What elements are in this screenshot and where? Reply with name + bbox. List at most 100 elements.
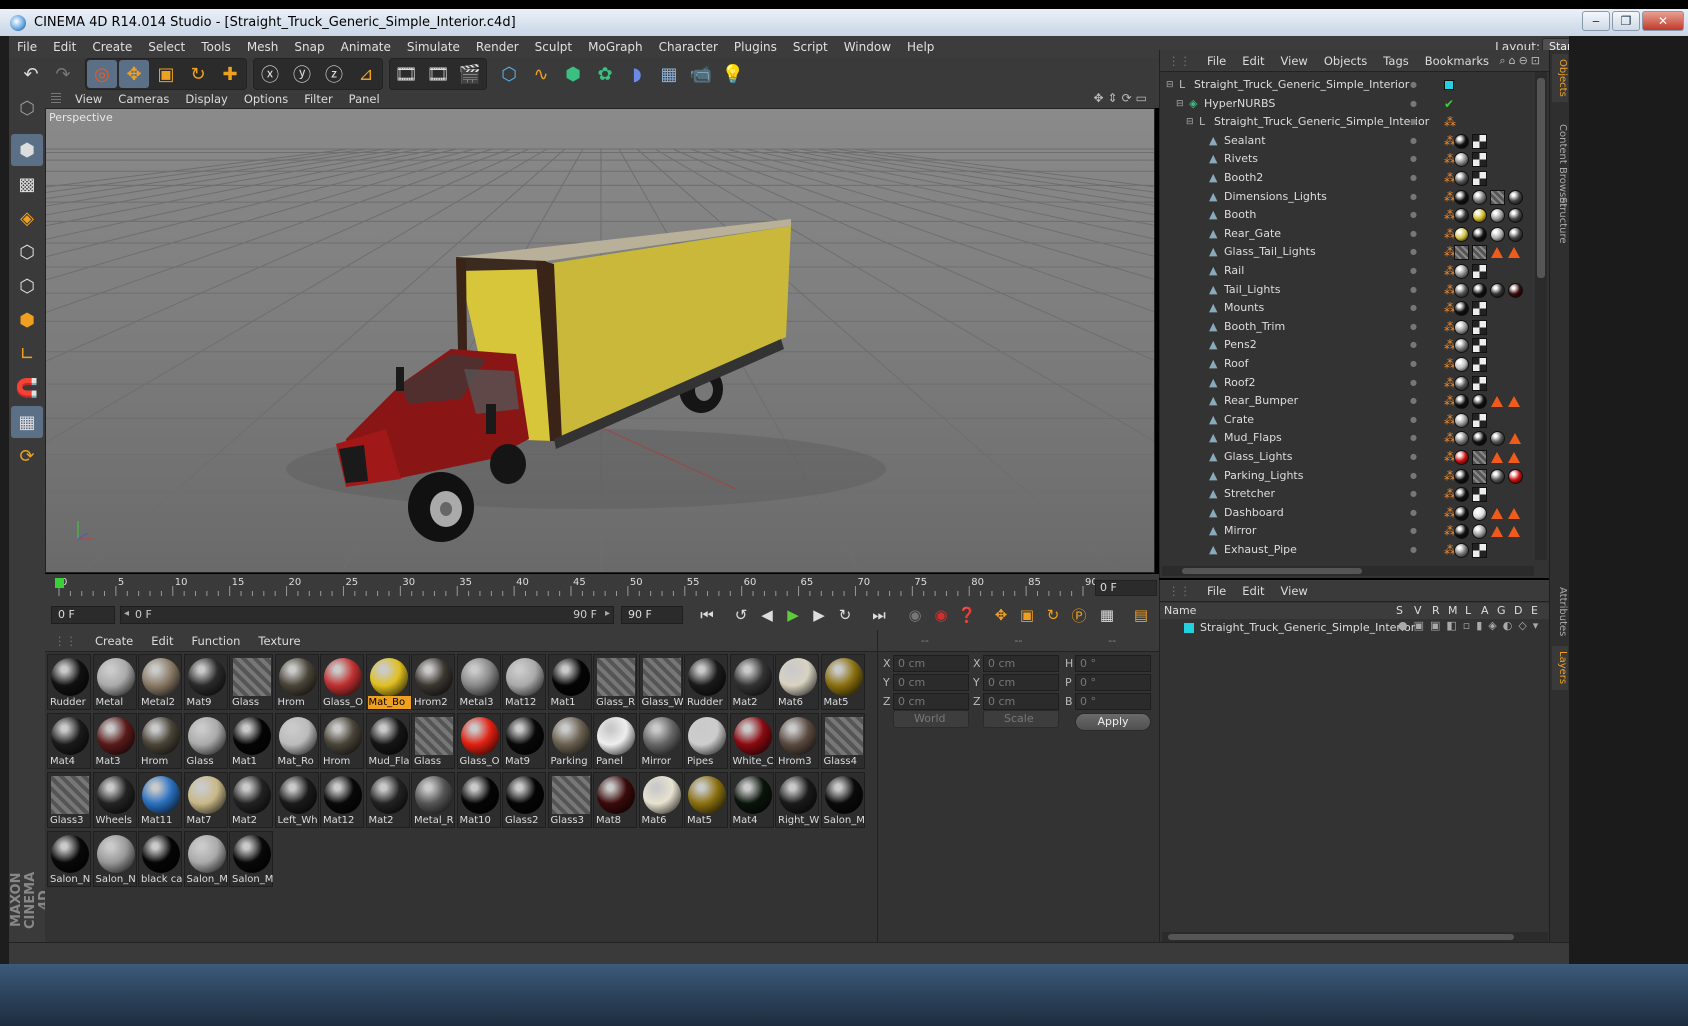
material-tag-icon[interactable] (1454, 468, 1469, 484)
uvw-tag-icon[interactable] (1472, 133, 1487, 149)
redo-icon[interactable]: ↷ (48, 60, 78, 88)
phong-tag-icon[interactable]: ⁂ (1444, 469, 1456, 484)
material-tag-icon[interactable] (1508, 208, 1523, 224)
material-tag-icon[interactable] (1454, 319, 1469, 335)
material-tag-icon[interactable] (1454, 226, 1469, 242)
viewport-menu-filter[interactable]: Filter (296, 92, 340, 106)
object-row[interactable]: ▲ Dimensions_Lights ● ⁂ (1160, 188, 1532, 207)
x-axis-lock-icon[interactable]: ⓧ (255, 60, 285, 88)
material-swatch[interactable]: Rudder (47, 654, 91, 710)
material-swatch[interactable]: Glass_O (320, 654, 364, 710)
object-name[interactable]: Rear_Gate (1224, 225, 1281, 243)
layer-col-generators[interactable]: G (1497, 604, 1506, 617)
phong-tag-icon[interactable]: ⁂ (1444, 190, 1456, 205)
points-mode-icon[interactable]: ⬡ (11, 236, 43, 268)
end-frame-field[interactable]: 90 F (621, 606, 683, 624)
maximize-button[interactable]: ❐ (1612, 11, 1640, 31)
render-picture-viewer-icon[interactable]: 🎞 (423, 60, 453, 88)
phong-tag-icon[interactable]: ⁂ (1444, 208, 1456, 223)
model-mode-icon[interactable]: ⬢ (11, 134, 43, 166)
phong-tag-icon[interactable]: ⁂ (1444, 283, 1456, 298)
viewport-menu-display[interactable]: Display (177, 92, 235, 106)
material-menu-edit[interactable]: Edit (142, 634, 182, 648)
3d-viewport[interactable]: Perspective (45, 108, 1155, 573)
material-swatch[interactable]: Metal_R (411, 772, 455, 828)
visibility-dots-icon[interactable]: ● (1410, 429, 1418, 447)
material-swatch[interactable]: black ca (138, 831, 182, 887)
layer-name[interactable]: Straight_Truck_Generic_Simple_Interior (1200, 621, 1415, 634)
visibility-dots-icon[interactable]: ● (1410, 113, 1418, 131)
object-manager-search-icons[interactable]: ⌕⌂⊖⊡ (1499, 54, 1543, 68)
object-name[interactable]: Booth_Trim (1224, 318, 1285, 336)
tab-structure[interactable]: Structure (1552, 190, 1568, 250)
visibility-dots-icon[interactable]: ● (1410, 169, 1418, 187)
rotate-tool-icon[interactable]: ↻ (183, 60, 213, 88)
uvw-tag-icon[interactable] (1472, 152, 1487, 168)
key-position-icon[interactable]: ✥ (989, 603, 1013, 627)
uvw-tag-icon[interactable] (1472, 412, 1487, 428)
object-name[interactable]: Straight_Truck_Generic_Simple_Interior (1214, 113, 1429, 131)
material-swatch[interactable]: Glass3 (547, 772, 592, 828)
coordinate-value-field[interactable]: 0 cm (983, 674, 1059, 691)
material-tag-icon[interactable] (1454, 487, 1469, 503)
phong-warning-tag-icon[interactable] (1491, 526, 1503, 538)
world-dropdown[interactable]: World (893, 710, 969, 728)
material-swatch[interactable]: Glass3 (47, 772, 91, 828)
material-swatch[interactable]: Hrom (274, 654, 319, 710)
layer-col-manager[interactable]: M (1448, 604, 1458, 617)
visibility-dots-icon[interactable]: ● (1410, 225, 1418, 243)
material-swatch[interactable]: Left_Wh (274, 772, 319, 828)
workplane-mode-icon[interactable]: ◈ (11, 202, 43, 234)
range-right-arrow[interactable]: ▸ (605, 608, 610, 619)
material-swatch[interactable]: Mat2 (229, 772, 273, 828)
key-rotation-icon[interactable]: ↻ (1041, 603, 1065, 627)
layer-menu-edit[interactable]: Edit (1234, 584, 1272, 598)
coordinate-value-field[interactable]: 0 cm (983, 655, 1059, 672)
material-swatch[interactable]: Salon_M (820, 772, 865, 828)
phong-tag-icon[interactable]: ⁂ (1444, 413, 1456, 428)
camera-icon[interactable]: 📹 (686, 60, 716, 88)
workplane-lock-icon[interactable]: ⟳ (11, 440, 43, 472)
visibility-dots-icon[interactable]: ● (1410, 541, 1418, 559)
panel-grip[interactable]: ⋮⋮ (45, 634, 86, 648)
range-left-arrow[interactable]: ◂ (124, 608, 129, 619)
object-name[interactable]: Rear_Bumper (1224, 392, 1298, 410)
viewport-menu-view[interactable]: View (67, 92, 110, 106)
object-row[interactable]: ▲ Roof2 ● ⁂ (1160, 374, 1532, 393)
visibility-dots-icon[interactable]: ● (1410, 76, 1418, 94)
make-editable-icon[interactable]: ⬡ (11, 92, 43, 124)
material-swatch[interactable]: Glass4 (820, 713, 865, 769)
coordinate-value-field[interactable]: 0 ° (1075, 693, 1151, 710)
keyframe-selection-icon[interactable]: ❓ (955, 603, 979, 627)
material-swatch[interactable]: Mat_Bo (365, 654, 412, 710)
go-to-end-icon[interactable]: ⏭ (867, 603, 891, 627)
start-frame-field[interactable]: 0 F (51, 606, 115, 624)
deformer-icon[interactable]: ◗ (622, 60, 652, 88)
visibility-dots-icon[interactable]: ● (1410, 318, 1418, 336)
phong-tag-icon[interactable]: ⁂ (1444, 357, 1456, 372)
object-name[interactable]: Sealant (1224, 132, 1266, 150)
timeline-window-icon[interactable]: ▤ (1129, 603, 1153, 627)
object-name[interactable]: Roof (1224, 355, 1248, 373)
object-horizontal-scrollbar[interactable] (1162, 566, 1534, 576)
object-name[interactable]: Glass_Tail_Lights (1224, 243, 1316, 261)
menu-edit[interactable]: Edit (45, 40, 84, 54)
visibility-dots-icon[interactable]: ● (1410, 132, 1418, 150)
object-name[interactable]: Roof2 (1224, 374, 1255, 392)
next-frame-icon[interactable]: ▶ (807, 603, 831, 627)
uvw-tag-icon[interactable] (1472, 301, 1487, 317)
object-name[interactable]: Rail (1224, 262, 1244, 280)
play-icon[interactable]: ▶ (781, 603, 805, 627)
object-row[interactable]: ▲ Mirror ● ⁂ (1160, 522, 1532, 541)
material-tag-icon[interactable] (1490, 189, 1505, 205)
object-name[interactable]: Booth2 (1224, 169, 1263, 187)
visibility-dots-icon[interactable]: ● (1410, 95, 1418, 113)
material-swatch[interactable]: Glass (411, 713, 455, 769)
visibility-dots-icon[interactable]: ● (1410, 411, 1418, 429)
phong-tag-icon[interactable]: ⁂ (1444, 171, 1456, 186)
material-swatch[interactable]: Panel (593, 713, 637, 769)
material-tag-icon[interactable] (1472, 226, 1487, 242)
material-swatch[interactable]: White_C (729, 713, 774, 769)
layer-color-swatch[interactable] (1184, 623, 1194, 633)
uvw-tag-icon[interactable] (1472, 357, 1487, 372)
